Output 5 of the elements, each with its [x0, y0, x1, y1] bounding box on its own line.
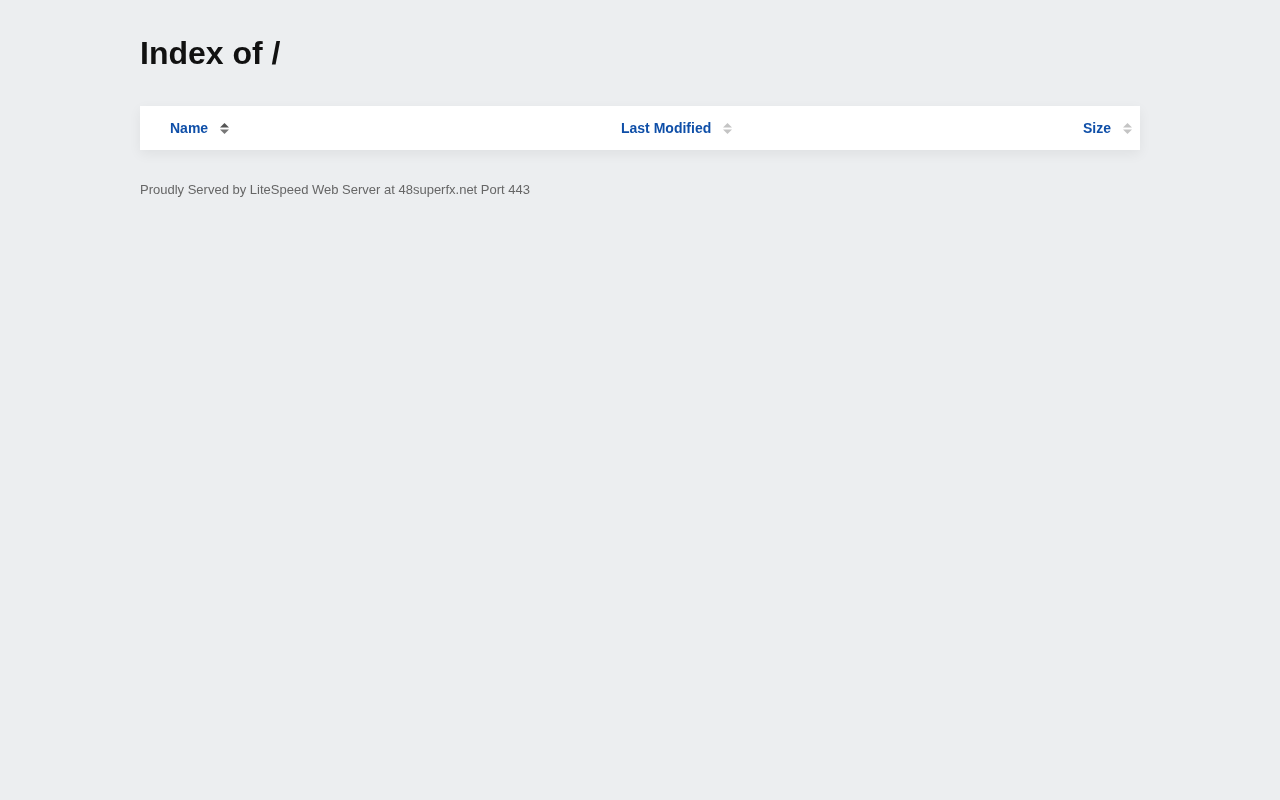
column-sort-link[interactable]: Name: [170, 120, 230, 136]
server-footer: Proudly Served by LiteSpeed Web Server at 48superfx.net Port 443: [140, 182, 1140, 197]
column-sort-link[interactable]: Last Modified: [621, 120, 733, 136]
column-sort-link[interactable]: Size: [1083, 120, 1132, 136]
page-title: Index of /: [140, 34, 282, 73]
